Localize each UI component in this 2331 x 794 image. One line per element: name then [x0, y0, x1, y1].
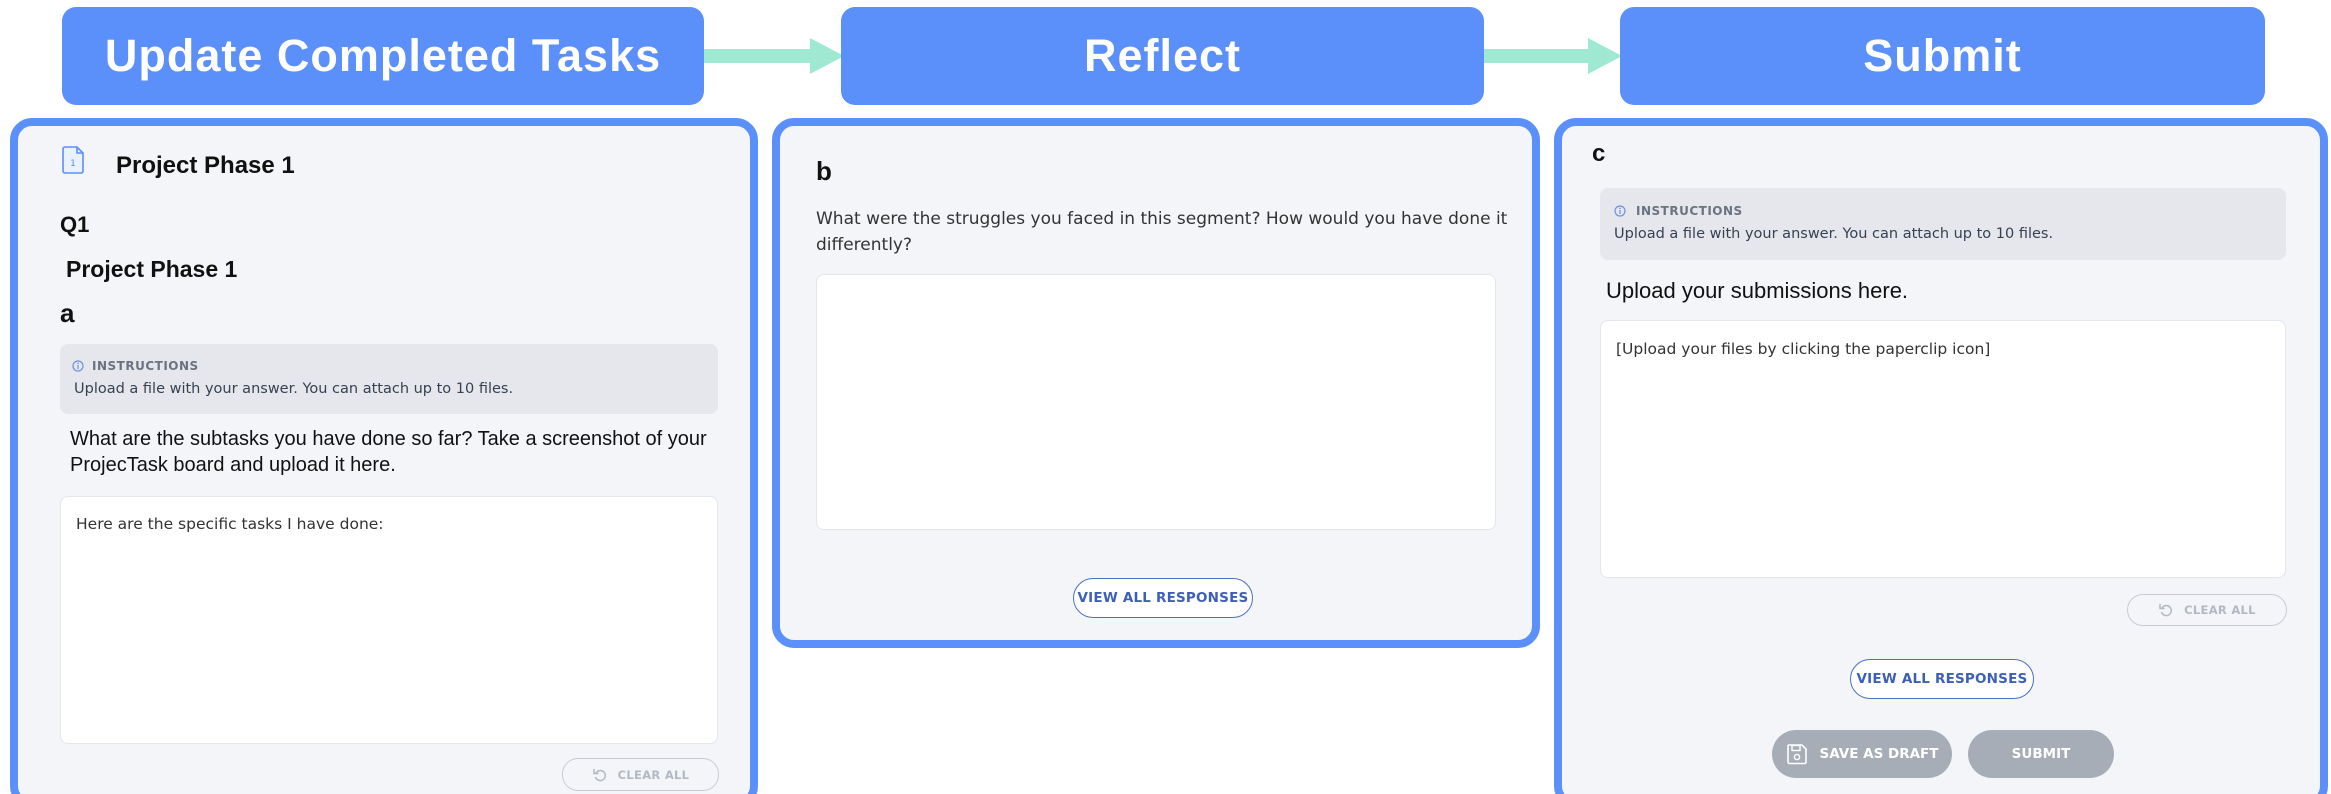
instructions-label: INSTRUCTIONS — [1636, 204, 1743, 218]
step-label: Update Completed Tasks — [104, 30, 662, 81]
instructions-text: Upload a file with your answer. You can … — [74, 381, 514, 397]
answer-text: Here are the specific tasks I have done: — [76, 515, 384, 533]
answer-text: [Upload your files by clicking the paper… — [1616, 340, 1991, 358]
part-letter: b — [816, 156, 832, 186]
save-as-draft-label: SAVE AS DRAFT — [1819, 746, 1939, 762]
answer-textarea[interactable]: Here are the specific tasks I have done: — [60, 496, 718, 744]
instructions-box: INSTRUCTIONS Upload a file with your ans… — [1600, 188, 2286, 260]
step-label: Submit — [1863, 30, 2022, 81]
part-letter: a — [60, 298, 75, 328]
info-icon — [72, 360, 84, 372]
update-tasks-panel: 1 Project Phase 1 Q1 Project Phase 1 a I… — [10, 118, 758, 794]
question-line: ProjecTask board and upload it here. — [70, 454, 396, 476]
question-line: What were the struggles you faced in thi… — [816, 209, 1508, 229]
instructions-box: INSTRUCTIONS Upload a file with your ans… — [60, 344, 718, 414]
svg-text:1: 1 — [70, 159, 76, 169]
step-reflect: Reflect — [841, 7, 1484, 105]
step-update-completed-tasks: Update Completed Tasks — [62, 7, 704, 105]
clear-all-label: CLEAR ALL — [2184, 603, 2256, 617]
view-all-label: VIEW ALL RESPONSES — [1077, 590, 1249, 606]
question-line: differently? — [816, 235, 913, 255]
part-letter: c — [1592, 140, 1606, 167]
clear-all-button[interactable]: CLEAR ALL — [562, 758, 719, 791]
save-as-draft-button[interactable]: SAVE AS DRAFT — [1772, 730, 1952, 778]
question-text: What are the subtasks you have done so f… — [70, 426, 707, 478]
info-icon — [1614, 205, 1626, 217]
submit-button[interactable]: SUBMIT — [1968, 730, 2114, 778]
view-all-responses-button[interactable]: VIEW ALL RESPONSES — [1850, 659, 2034, 699]
view-all-label: VIEW ALL RESPONSES — [1856, 671, 2028, 687]
submit-label: SUBMIT — [2011, 746, 2071, 762]
answer-textarea[interactable] — [816, 274, 1496, 530]
undo-icon — [2159, 604, 2173, 617]
arrow-right-icon — [1484, 38, 1622, 74]
answer-textarea[interactable]: [Upload your files by clicking the paper… — [1600, 320, 2286, 578]
clear-all-label: CLEAR ALL — [617, 767, 690, 782]
clear-all-button[interactable]: CLEAR ALL — [2127, 594, 2287, 626]
undo-icon — [592, 768, 606, 781]
step-submit: Submit — [1620, 7, 2265, 105]
question-number: Q1 — [60, 212, 90, 237]
step-label: Reflect — [1083, 30, 1242, 81]
project-title: Project Phase 1 — [116, 152, 295, 179]
instructions-text: Upload a file with your answer. You can … — [1614, 226, 2054, 242]
instructions-label: INSTRUCTIONS — [92, 359, 199, 373]
submit-panel: c INSTRUCTIONS Upload a file with your a… — [1554, 118, 2328, 794]
reflect-panel: b What were the struggles you faced in t… — [772, 118, 1540, 648]
view-all-responses-button[interactable]: VIEW ALL RESPONSES — [1073, 578, 1253, 618]
arrow-right-icon — [704, 38, 844, 74]
project-subtitle: Project Phase 1 — [66, 256, 238, 282]
question-text: What were the struggles you faced in thi… — [816, 206, 1507, 258]
question-line: What are the subtasks you have done so f… — [70, 428, 707, 450]
document-icon: 1 — [62, 146, 84, 174]
upload-prompt: Upload your submissions here. — [1606, 278, 1909, 303]
save-icon — [1786, 744, 1807, 765]
